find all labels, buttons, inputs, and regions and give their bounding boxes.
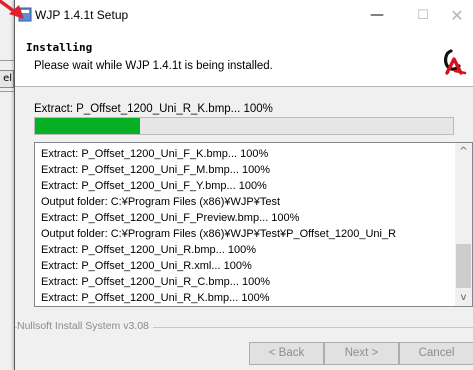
log-line: Extract: P_Offset_1200_Uni_F_M.bmp... 10… [41, 164, 271, 176]
log-list: Extract: P_Offset_1200_Uni_F_K.bmp... 10… [41, 146, 396, 306]
log-line: Extract: P_Offset_1200_Uni_F_K.bmp... 10… [41, 148, 269, 160]
scroll-thumb[interactable] [456, 244, 471, 288]
log-line: Extract: P_Offset_1200_Uni_F_Y.bmp... 10… [41, 180, 267, 192]
page-subtitle: Please wait while WJP 1.4.1t is being in… [34, 60, 273, 72]
nsis-branding: Nullsoft Install System v3.08 [17, 320, 153, 332]
red-arrow-annotation-icon [0, 0, 24, 19]
background-tab[interactable]: el [0, 70, 14, 88]
progress-fill [35, 118, 140, 134]
minimize-button[interactable]: — [354, 0, 400, 31]
log-line: Output folder: C:¥Program Files (x86)¥WJ… [41, 228, 397, 240]
page-header: Installing Please wait while WJP 1.4.1t … [15, 31, 473, 87]
back-button[interactable]: < Back [249, 342, 324, 365]
log-line: Extract: P_Offset_1200_Uni_R.xml... 100% [41, 260, 252, 272]
scroll-up-icon[interactable]: ^ [455, 143, 472, 160]
brand-logo-icon [444, 49, 467, 75]
log-line: Extract: P_Offset_1200_Uni_R_C.bmp... 10… [41, 276, 271, 288]
window-title: WJP 1.4.1t Setup [35, 8, 129, 22]
close-button[interactable]: ✕ [434, 0, 473, 31]
current-status: Extract: P_Offset_1200_Uni_R_K.bmp... 10… [34, 103, 273, 115]
installer-window: WJP 1.4.1t Setup — ☐ ✕ Installing Please… [14, 0, 473, 370]
install-progress-bar [34, 117, 454, 135]
page-title: Installing [26, 41, 93, 54]
title-bar[interactable]: WJP 1.4.1t Setup — ☐ ✕ [15, 0, 473, 31]
log-scrollbar[interactable]: ^ v [455, 143, 472, 306]
log-line: Output folder: C:¥Program Files (x86)¥WJ… [41, 196, 281, 208]
cancel-button[interactable]: Cancel [399, 342, 473, 365]
details-log[interactable]: Extract: P_Offset_1200_Uni_F_K.bmp... 10… [34, 142, 473, 307]
log-line: Extract: P_Offset_1200_Uni_R_K.bmp... 10… [41, 292, 270, 304]
log-line: Extract: P_Offset_1200_Uni_R.bmp... 100% [41, 244, 257, 256]
scroll-down-icon[interactable]: v [455, 289, 472, 306]
next-button[interactable]: Next > [324, 342, 399, 365]
log-line: Extract: P_Offset_1200_Uni_F_Preview.bmp… [41, 212, 300, 224]
